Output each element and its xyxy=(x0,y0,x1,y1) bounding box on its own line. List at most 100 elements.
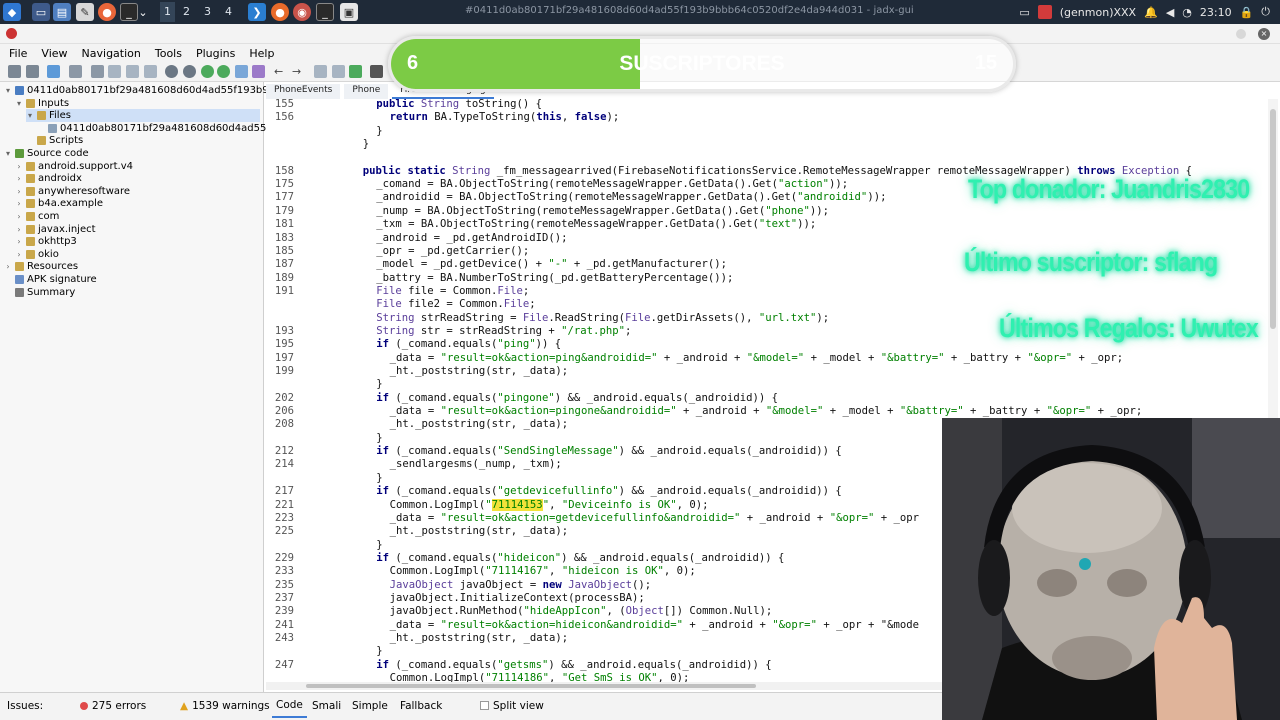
scrollbar-thumb[interactable] xyxy=(306,684,756,688)
expand-arrow-icon[interactable]: ▾ xyxy=(4,84,12,97)
menu-plugins[interactable]: Plugins xyxy=(196,47,235,60)
expand-arrow-icon[interactable]: › xyxy=(15,210,23,223)
decompile-icon[interactable] xyxy=(314,65,327,78)
view-tab-fallback[interactable]: Fallback xyxy=(400,700,442,712)
close-icon[interactable]: × xyxy=(1258,28,1270,40)
view-tab-smali[interactable]: Smali xyxy=(312,700,341,712)
tree-item[interactable]: › okio xyxy=(15,248,58,261)
tree-item[interactable]: Scripts xyxy=(26,134,83,147)
tree-item[interactable]: › android.support.v4 xyxy=(15,160,133,173)
tree-item[interactable]: › b4a.example xyxy=(15,197,103,210)
file-manager-icon[interactable]: ▤ xyxy=(53,3,71,21)
code-line[interactable]: 191 File file = Common.File; xyxy=(266,285,1266,298)
save-icon[interactable] xyxy=(26,65,39,78)
expand-arrow-icon[interactable]: › xyxy=(15,235,23,248)
code-line[interactable]: 156 return BA.TypeToString(this, false); xyxy=(266,111,1266,124)
copy-icon[interactable] xyxy=(108,65,121,78)
expand-arrow-icon[interactable]: › xyxy=(15,248,23,261)
tree-item[interactable]: ▾ Source code xyxy=(4,147,89,160)
view-tab-code[interactable]: Code xyxy=(272,694,307,718)
code-line[interactable]: 155 public String toString() { xyxy=(266,99,1266,111)
lock-icon[interactable]: 🔒 xyxy=(1240,6,1254,19)
scrollbar-thumb[interactable] xyxy=(1270,109,1276,329)
volume-icon[interactable]: ◀ xyxy=(1166,6,1174,19)
tree-item[interactable]: 0411d0ab80171bf29a481608d60d4ad55f193b9 xyxy=(37,122,302,135)
user-label[interactable]: (genmon)XXX xyxy=(1060,6,1136,19)
code-line[interactable]: 181 _txm = BA.ObjectToString(remoteMessag… xyxy=(266,218,1266,231)
find-usage-icon[interactable] xyxy=(201,65,214,78)
chrome-icon[interactable]: ◉ xyxy=(293,3,311,21)
settings-icon[interactable] xyxy=(91,65,104,78)
menu-navigation[interactable]: Navigation xyxy=(82,47,141,60)
terminal-window-icon[interactable]: _ xyxy=(316,3,334,21)
tree-item[interactable]: › androidx xyxy=(15,172,81,185)
editor-tab[interactable]: Phone xyxy=(344,84,389,99)
stop-icon[interactable] xyxy=(370,65,383,78)
expand-arrow-icon[interactable]: › xyxy=(15,197,23,210)
screen-icon[interactable]: ▭ xyxy=(1019,6,1029,19)
code-line[interactable] xyxy=(266,151,1266,164)
tree-item[interactable]: › javax.inject xyxy=(15,223,95,236)
expand-arrow-icon[interactable]: ▾ xyxy=(26,109,34,122)
minimize-icon[interactable] xyxy=(1236,29,1246,39)
workspace-1[interactable]: 1 xyxy=(160,2,175,22)
tree-item[interactable]: APK signature xyxy=(4,273,97,286)
expand-arrow-icon[interactable]: › xyxy=(15,160,23,173)
editor-tab[interactable]: PhoneEvents xyxy=(266,84,341,99)
expand-arrow-icon[interactable]: › xyxy=(15,172,23,185)
module-icon[interactable] xyxy=(252,65,265,78)
tree-item[interactable]: ▾ Inputs xyxy=(15,97,69,110)
paste-icon[interactable] xyxy=(126,65,139,78)
code-line[interactable]: 202 if (_comand.equals("pingone") && _and… xyxy=(266,392,1266,405)
expand-arrow-icon[interactable]: ▾ xyxy=(15,97,23,110)
back-icon[interactable]: ← xyxy=(274,65,287,78)
log-icon[interactable] xyxy=(332,65,345,78)
workspace-4[interactable]: 4 xyxy=(225,5,232,18)
tree-item[interactable]: › Resources xyxy=(4,260,78,273)
app-menu-icon[interactable]: ◆ xyxy=(3,3,21,21)
sync-icon[interactable] xyxy=(69,65,82,78)
find-class-icon[interactable] xyxy=(183,65,196,78)
find-text-icon[interactable] xyxy=(217,65,230,78)
tree-item[interactable]: ▾ Files xyxy=(26,109,260,123)
code-line[interactable]: } xyxy=(266,138,1266,151)
code-line[interactable]: } xyxy=(266,378,1266,391)
power-icon[interactable]: ⏻ xyxy=(1261,5,1270,19)
tree-item[interactable]: Summary xyxy=(4,286,75,299)
split-view-toggle[interactable]: Split view xyxy=(480,700,544,712)
horizontal-scrollbar[interactable] xyxy=(266,682,946,690)
debug-icon[interactable] xyxy=(349,65,362,78)
warnings-count[interactable]: ▲ 1539 warnings xyxy=(180,700,270,712)
tree-item[interactable]: › anywheresoftware xyxy=(15,185,130,198)
code-line[interactable]: 206 _data = "result=ok&action=pingone&and… xyxy=(266,405,1266,418)
notification-bell-icon[interactable]: 🔔 xyxy=(1144,6,1158,19)
code-line[interactable]: 183 _android = _pd.getAndroidID(); xyxy=(266,232,1266,245)
menu-help[interactable]: Help xyxy=(249,47,274,60)
jadx-window-icon[interactable]: ▣ xyxy=(340,3,358,21)
expand-arrow-icon[interactable]: › xyxy=(15,185,23,198)
tree-item[interactable]: › okhttp3 xyxy=(15,235,76,248)
expand-arrow-icon[interactable]: › xyxy=(4,260,12,273)
chevron-down-icon[interactable]: ⌄ xyxy=(138,3,148,21)
tree-item[interactable]: › com xyxy=(15,210,59,223)
desktop-icon[interactable]: ▭ xyxy=(32,3,50,21)
search-icon[interactable] xyxy=(165,65,178,78)
workspace-2[interactable]: 2 xyxy=(183,5,190,18)
code-line[interactable]: 197 _data = "result=ok&action=ping&androi… xyxy=(266,352,1266,365)
layout-icon[interactable] xyxy=(235,65,248,78)
forward-icon[interactable]: → xyxy=(292,65,305,78)
errors-count[interactable]: 275 errors xyxy=(80,700,146,712)
terminal-icon[interactable]: _ xyxy=(120,3,138,21)
code-line[interactable]: 179 _nump = BA.ObjectToString(remoteMessa… xyxy=(266,205,1266,218)
vertical-scrollbar[interactable] xyxy=(1268,99,1278,419)
view-tab-simple[interactable]: Simple xyxy=(352,700,388,712)
expand-arrow-icon[interactable]: › xyxy=(15,223,23,236)
open-file-icon[interactable] xyxy=(8,65,21,78)
document-icon[interactable]: ✎ xyxy=(76,3,94,21)
code-line[interactable]: 199 _ht._poststring(str, _data); xyxy=(266,365,1266,378)
refresh-icon[interactable] xyxy=(47,65,60,78)
expand-arrow-icon[interactable]: ▾ xyxy=(4,147,12,160)
grid-icon[interactable] xyxy=(144,65,157,78)
menu-file[interactable]: File xyxy=(9,47,27,60)
browser-icon[interactable]: ● xyxy=(98,3,116,21)
